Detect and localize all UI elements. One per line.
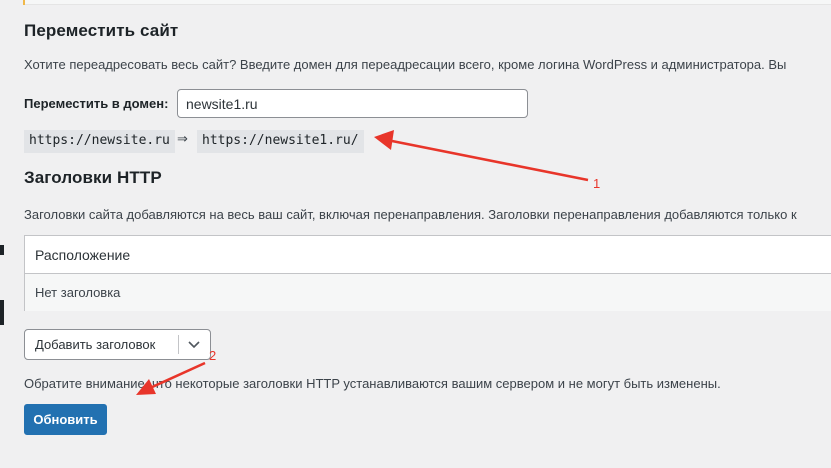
select-divider (178, 335, 179, 354)
update-button[interactable]: Обновить (24, 404, 107, 435)
source-url-code: https://newsite.ru (24, 130, 175, 153)
top-panel-edge (23, 0, 831, 5)
headers-table-column-location: Расположение (25, 236, 831, 274)
http-headers-note: Обратите внимание, что некоторые заголов… (24, 376, 721, 391)
redirect-arrow-icon: ⇒ (177, 132, 188, 147)
chevron-down-icon (188, 341, 200, 349)
headers-table: Расположение Нет заголовка (24, 235, 831, 311)
http-headers-description: Заголовки сайта добавляются на весь ваш … (24, 207, 797, 222)
annotation-arrowhead-1 (374, 130, 394, 150)
add-header-select-value: Добавить заголовок (35, 337, 156, 352)
move-site-description: Хотите переадресовать весь сайт? Введите… (24, 57, 787, 72)
sidebar-edge (0, 300, 4, 325)
sidebar-edge (0, 245, 4, 255)
annotation-label-1: 1 (593, 176, 601, 191)
annotation-arrow-1 (391, 139, 589, 182)
move-domain-input[interactable] (177, 89, 528, 118)
headers-table-empty-row: Нет заголовка (25, 274, 831, 311)
annotation-label-2: 2 (209, 348, 217, 363)
add-header-select[interactable]: Добавить заголовок (24, 329, 211, 360)
http-headers-heading: Заголовки HTTP (24, 168, 162, 187)
top-accent-bar (23, 0, 25, 5)
move-domain-label: Переместить в домен: (24, 96, 169, 111)
target-url-code: https://newsite1.ru/ (197, 130, 364, 153)
move-site-heading: Переместить сайт (24, 21, 179, 40)
